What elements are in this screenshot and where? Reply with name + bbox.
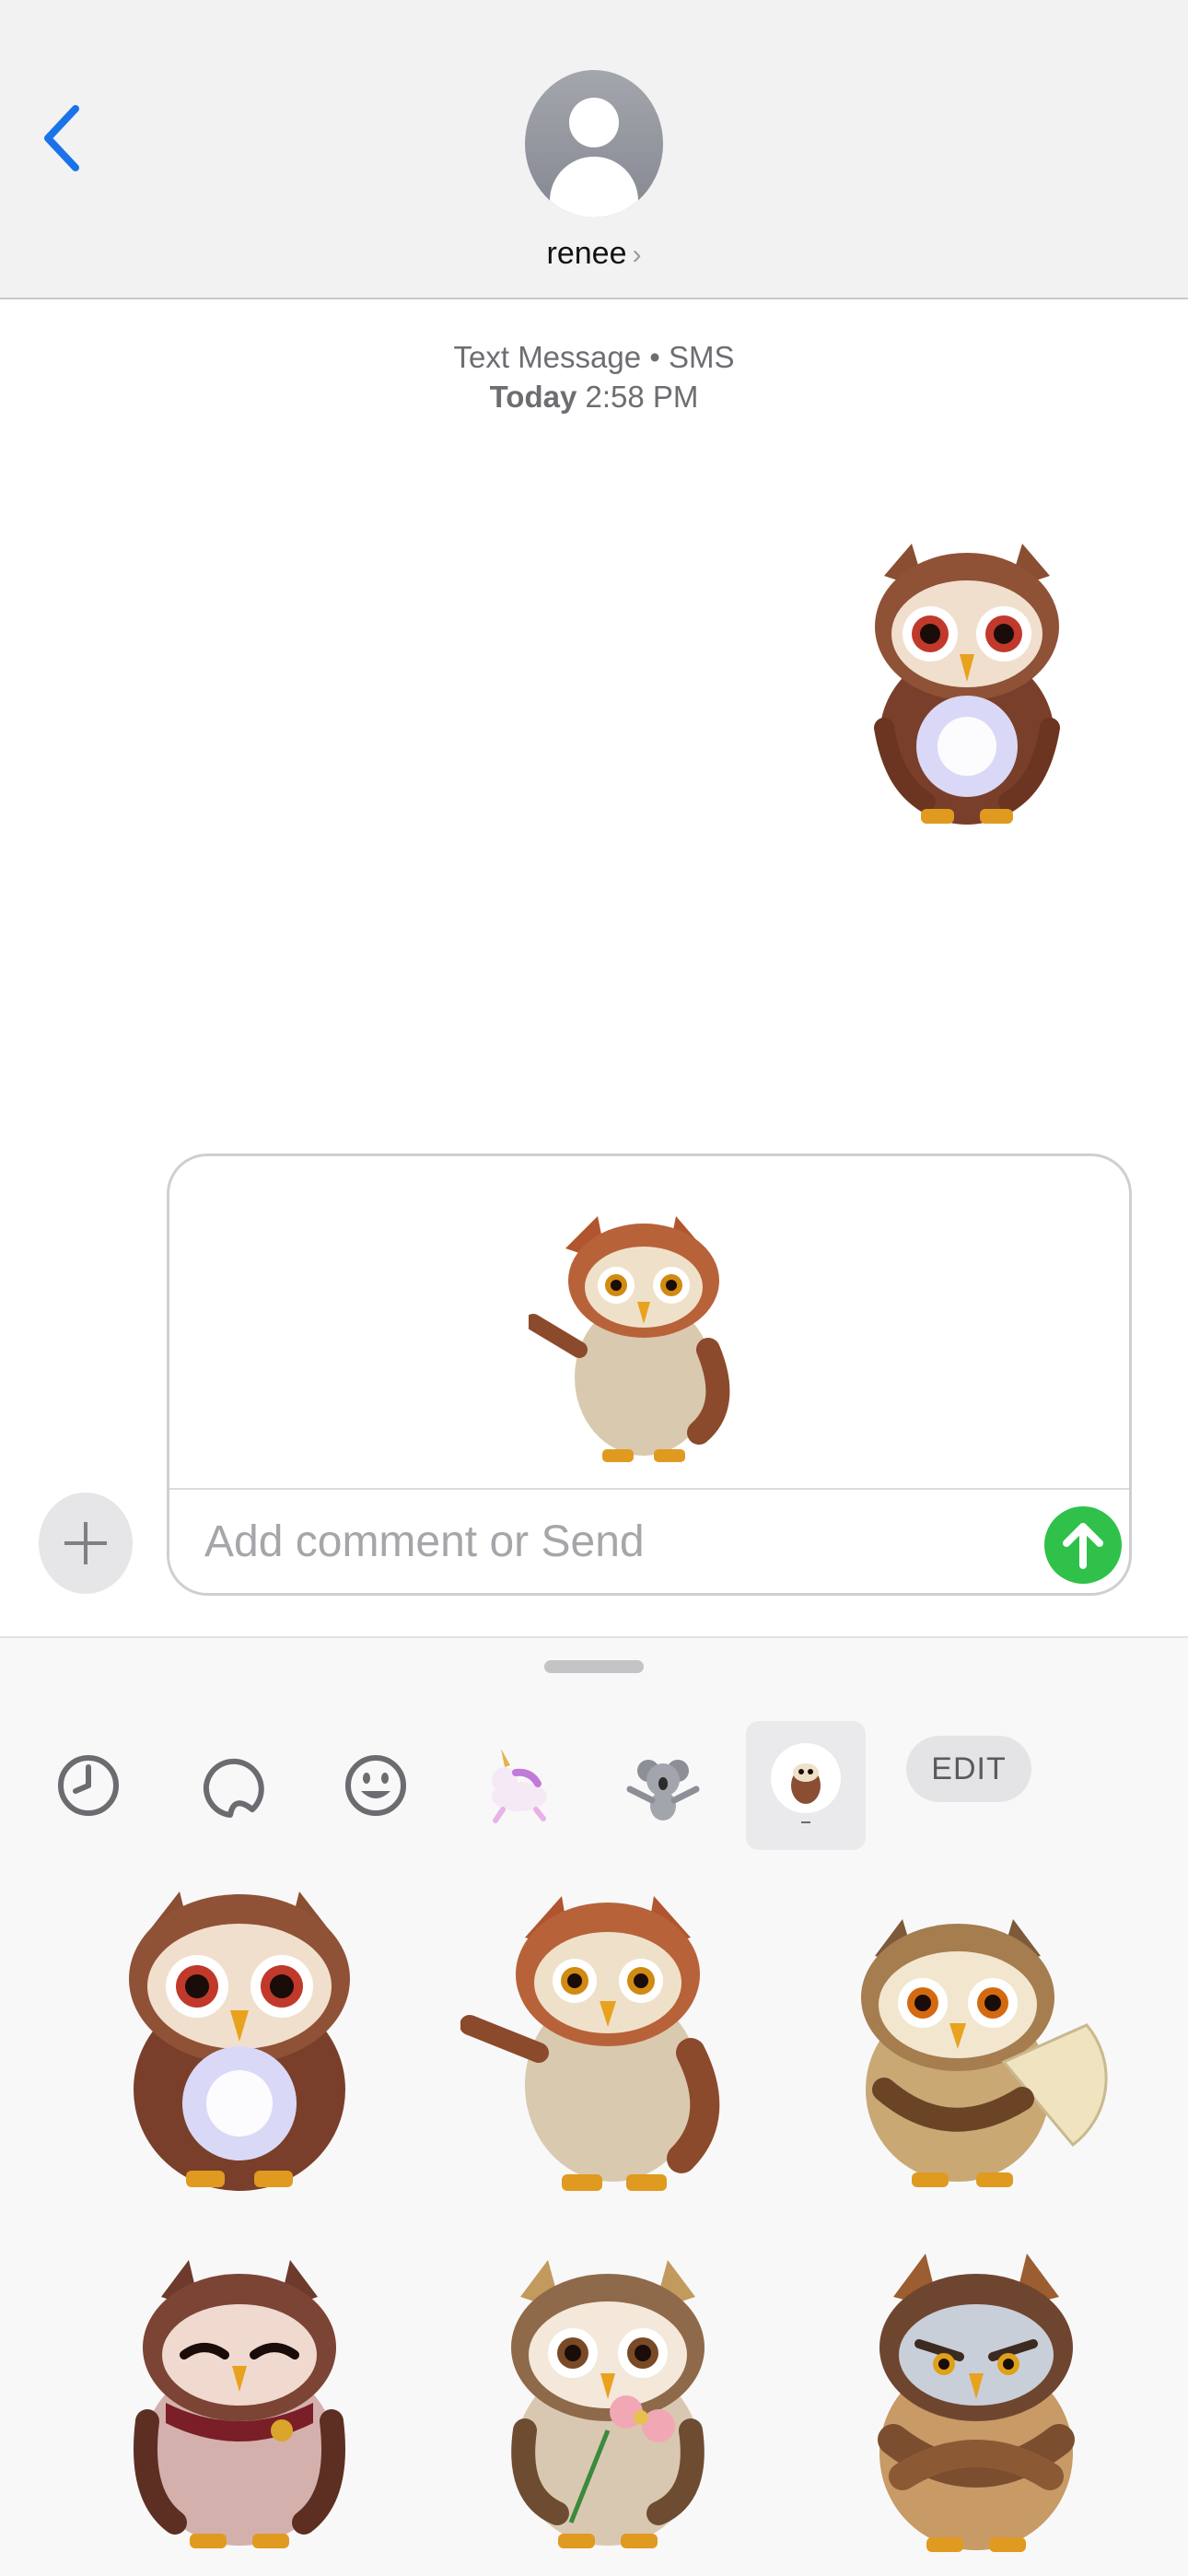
timestamp: Today 2:58 PM: [0, 377, 1188, 416]
edit-button[interactable]: EDIT: [906, 1736, 1031, 1802]
timestamp-day: Today: [489, 380, 577, 414]
sticker-peel-icon: [203, 1758, 264, 1818]
tab-unicorn-pack[interactable]: [464, 1730, 575, 1841]
back-button[interactable]: [37, 101, 92, 175]
emoji-smiley-icon: [345, 1755, 406, 1816]
tab-emoji[interactable]: [320, 1730, 431, 1841]
sticker-owl-fan[interactable]: [838, 1868, 1114, 2200]
tab-recents[interactable]: [33, 1730, 144, 1841]
clock-icon: [58, 1755, 119, 1816]
drawer-grabber[interactable]: [544, 1660, 644, 1673]
timestamp-time: 2:58 PM: [585, 380, 699, 414]
sticker-owl-scarf[interactable]: [101, 2228, 378, 2559]
chevron-right-icon: ›: [632, 240, 642, 270]
owl-scarf-sticker: [134, 2260, 345, 2548]
chevron-left-icon: [44, 105, 79, 171]
owl-crystal-ball-sticker: [129, 1891, 350, 2191]
add-attachment-button[interactable]: [39, 1493, 133, 1594]
attached-owl-sticker[interactable]: [529, 1193, 740, 1469]
tab-stickers[interactable]: [177, 1730, 287, 1841]
compose-divider: [169, 1488, 1129, 1490]
tab-koala-pack[interactable]: [608, 1730, 718, 1841]
conversation-header: renee ›: [0, 0, 1188, 299]
owl-pointing-sticker: [460, 1896, 720, 2191]
compose-box[interactable]: [167, 1153, 1132, 1596]
sent-owl-sticker[interactable]: [856, 525, 1077, 838]
owl-flower-sticker: [511, 2260, 705, 2548]
sticker-drawer: EDIT: [0, 1636, 1188, 2576]
send-button[interactable]: [1044, 1506, 1122, 1584]
sticker-owl-arms-crossed[interactable]: [838, 2228, 1114, 2559]
contact-avatar[interactable]: [525, 70, 663, 217]
thread-meta: Text Message • SMS Today 2:58 PM: [0, 337, 1188, 416]
sticker-owl-crystal-ball[interactable]: [101, 1868, 378, 2200]
arrow-up-icon: [1063, 1523, 1103, 1569]
contact-name: renee: [546, 236, 627, 271]
owl-fan-sticker: [861, 1919, 1108, 2187]
sticker-owl-flower[interactable]: [470, 2228, 746, 2559]
tab-owl-pack[interactable]: [746, 1721, 866, 1850]
message-input[interactable]: [204, 1512, 996, 1571]
owl-sticker-pack-icon: [771, 1743, 841, 1823]
sticker-owl-pointing[interactable]: [460, 1868, 737, 2200]
koala-sticker-pack-icon: [626, 1760, 700, 1821]
contact-name-button[interactable]: renee ›: [0, 236, 1188, 272]
service-label: Text Message • SMS: [453, 340, 735, 374]
owl-arms-crossed-sticker: [878, 2254, 1075, 2552]
unicorn-sticker-pack-icon: [492, 1749, 547, 1823]
